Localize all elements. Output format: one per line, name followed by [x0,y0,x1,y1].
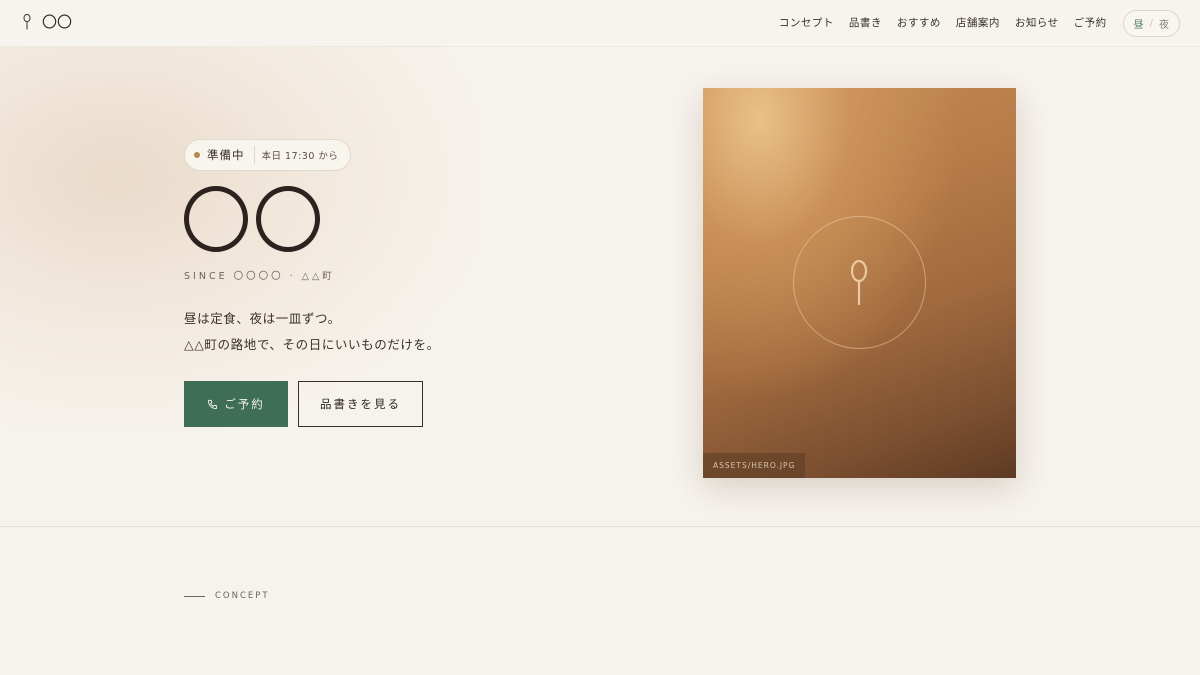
status-dot [194,152,200,158]
toggle-day[interactable]: 昼 [1134,16,1144,31]
spoon-icon [23,14,31,30]
since-text: SINCE 〇〇〇〇 · △△町 [184,271,335,282]
main-nav: コンセプト 品書き おすすめ 店舗案内 お知らせ ご予約 昼 / 夜 [764,10,1180,37]
concept-section-label: CONCEPT [184,591,270,601]
hero-title: 〇〇 [184,186,320,252]
phone-icon [208,399,218,409]
hero-image: ASSETS/HERO.JPG [703,88,1016,478]
tagline-line-1: 昼は定食、夜は一皿ずつ。 [184,311,341,326]
section-divider [0,526,1200,527]
site-header: 〇〇 コンセプト 品書き おすすめ 店舗案内 お知らせ ご予約 昼 / 夜 [0,0,1200,47]
view-menu-button[interactable]: 品書きを見る [298,381,423,427]
view-menu-button-label: 品書きを見る [320,399,401,411]
status-badge: 準備中 本日 17:30 から [184,139,352,171]
status-label: 準備中 [207,146,255,164]
tagline-line-2: △△町の路地で、その日にいいものだけを。 [184,337,440,352]
toggle-separator: / [1149,18,1153,29]
nav-item-reserve[interactable]: ご予約 [1074,10,1107,37]
section-label-line [184,595,205,597]
title-ring-2 [256,186,320,252]
reserve-button[interactable]: ご予約 [184,381,288,427]
day-night-toggle[interactable]: 昼 / 夜 [1122,10,1180,37]
status-time: 本日 17:30 から [261,151,339,162]
hero-tagline: 昼は定食、夜は一皿ずつ。 △△町の路地で、その日にいいものだけを。 [184,306,440,358]
title-ring-1 [184,186,248,252]
toggle-night[interactable]: 夜 [1159,16,1169,31]
image-caption: ASSETS/HERO.JPG [703,453,806,478]
spoon-icon [850,260,868,305]
reserve-button-label: ご予約 [224,399,265,411]
nav-item-store-info[interactable]: 店舗案内 [956,10,1000,37]
nav-item-recommend[interactable]: おすすめ [897,10,941,37]
page: 〇〇 コンセプト 品書き おすすめ 店舗案内 お知らせ ご予約 昼 / 夜 準備… [0,0,1200,675]
site-logo[interactable]: 〇〇 [22,14,72,30]
nav-item-concept[interactable]: コンセプト [779,10,834,37]
logo-text: 〇〇 [42,13,73,31]
nav-item-menu[interactable]: 品書き [849,10,882,37]
nav-item-news[interactable]: お知らせ [1015,10,1059,37]
concept-label-text: CONCEPT [215,591,270,601]
